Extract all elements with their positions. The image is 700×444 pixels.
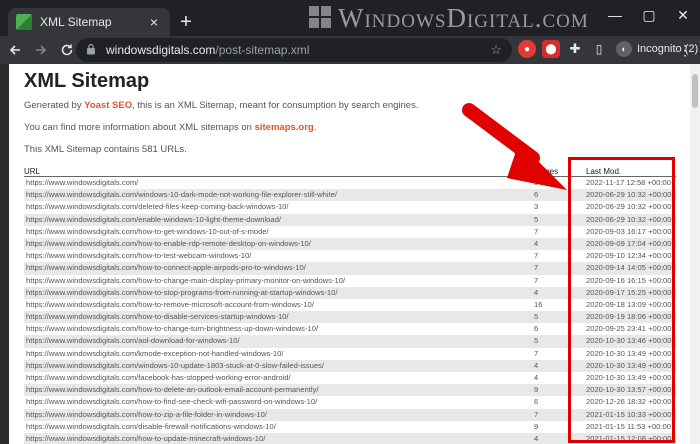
row-images-count: 16 — [534, 299, 543, 309]
lock-icon[interactable] — [86, 43, 98, 58]
header-url[interactable]: URL — [24, 167, 532, 176]
watermark-logo-icon — [309, 6, 331, 28]
red-arrow-icon — [462, 103, 567, 190]
row-url-link[interactable]: https://www.windowsdigitals.com/disable-… — [24, 421, 532, 433]
address-bar[interactable]: windowsdigitals.com /post-sitemap.xml ☆ — [76, 38, 512, 62]
row-url-link[interactable]: https://www.windowsdigitals.com/deleted-… — [24, 201, 532, 213]
minimize-button[interactable]: — — [598, 0, 632, 30]
forward-arrow-icon[interactable] — [30, 39, 52, 61]
row-url-link[interactable]: https://www.windowsdigitals.com/windows-… — [24, 189, 532, 201]
row-images-count: 6 — [534, 324, 539, 334]
more-info-prefix: You can find more information about XML … — [24, 122, 255, 133]
page-content: XML Sitemap Generated by Yoast SEO, this… — [9, 64, 690, 444]
generated-suffix: , this is an XML Sitemap, meant for cons… — [132, 100, 419, 111]
row-images-count: 7 — [534, 275, 539, 285]
row-url-link[interactable]: https://www.windowsdigitals.com/how-to-d… — [24, 311, 532, 323]
url-count-text: This XML Sitemap contains 581 URLs. — [24, 144, 187, 155]
reload-icon[interactable] — [56, 39, 78, 61]
row-url-link[interactable]: https://www.windowsdigitals.com/how-to-u… — [24, 433, 532, 444]
highlight-box — [568, 157, 675, 443]
yoast-link[interactable]: Yoast SEO — [84, 100, 132, 111]
window-controls: — ▢ ✕ — [598, 0, 700, 30]
row-images-count: 4 — [534, 373, 539, 382]
bookmark-star-icon[interactable]: ☆ — [490, 42, 502, 58]
more-info-suffix: . — [313, 122, 317, 133]
tab-title: XML Sitemap — [40, 15, 112, 29]
extension-record-icon[interactable]: ● — [518, 40, 536, 58]
page-title: XML Sitemap — [24, 70, 150, 92]
tab-strip: XML Sitemap × + WindowsDigital.com — ▢ ✕ — [0, 0, 700, 36]
url-domain: windowsdigitals.com — [106, 43, 216, 57]
maximize-button[interactable]: ▢ — [632, 0, 666, 30]
page-scrollbar[interactable] — [690, 64, 700, 444]
row-images-count: 7 — [534, 348, 539, 358]
tab-xml-sitemap[interactable]: XML Sitemap × — [8, 8, 170, 36]
new-tab-button[interactable]: + — [176, 12, 196, 32]
row-url-link[interactable]: https://www.windowsdigitals.com/windows-… — [24, 360, 532, 372]
extension-area: ● ⬤ ✚ ▯ ◐ Incognito (2) — [518, 40, 698, 58]
row-images-count: 7 — [534, 226, 539, 236]
row-url-link[interactable]: https://www.windowsdigitals.com/how-to-c… — [24, 323, 532, 335]
row-url-link[interactable]: https://www.windowsdigitals.com/how-to-t… — [24, 250, 532, 262]
row-url-link[interactable]: https://www.windowsdigitals.com/how-to-c… — [24, 262, 532, 274]
row-images-count: 7 — [534, 251, 539, 261]
row-url-link[interactable]: https://www.windowsdigitals.com/how-to-c… — [24, 275, 532, 287]
menu-dots-icon[interactable]: ⋮ — [678, 42, 692, 59]
row-url-link[interactable]: https://www.windowsdigitals.com/how-to-z… — [24, 409, 532, 421]
row-url-link[interactable]: https://www.windowsdigitals.com/how-to-f… — [24, 396, 532, 408]
row-url-link[interactable]: https://www.windowsdigitals.com/how-to-d… — [24, 384, 532, 396]
watermark-text: WindowsDigital.com — [338, 3, 589, 33]
row-images-count: 9 — [534, 421, 539, 431]
more-info-text: You can find more information about XML … — [24, 122, 316, 133]
row-url-link[interactable]: https://www.windowsdigitals.com/ — [24, 177, 532, 189]
url-path: /post-sitemap.xml — [215, 43, 310, 57]
row-url-link[interactable]: https://www.windowsdigitals.com/how-to-e… — [24, 238, 532, 250]
row-url-link[interactable]: https://www.windowsdigitals.com/facebook… — [24, 372, 532, 384]
row-url-link[interactable]: https://www.windowsdigitals.com/how-to-g… — [24, 226, 532, 238]
side-panel-icon[interactable]: ▯ — [590, 40, 608, 58]
browser-toolbar: windowsdigitals.com /post-sitemap.xml ☆ … — [0, 36, 700, 64]
row-url-link[interactable]: https://www.windowsdigitals.com/enable-w… — [24, 214, 532, 226]
incognito-icon: ◐ — [616, 41, 632, 57]
extensions-puzzle-icon[interactable]: ✚ — [566, 40, 584, 58]
row-url-link[interactable]: https://www.windowsdigitals.com/how-to-s… — [24, 287, 532, 299]
row-images-count: 5 — [534, 336, 539, 346]
scrollbar-thumb[interactable] — [692, 74, 698, 108]
row-images-count: 5 — [534, 312, 539, 322]
row-url-link[interactable]: https://www.windowsdigitals.com/kmode-ex… — [24, 348, 532, 360]
generated-prefix: Generated by — [24, 100, 85, 111]
row-images-count: 7 — [534, 263, 539, 273]
row-url-link[interactable]: https://www.windowsdigitals.com/aol-down… — [24, 335, 532, 347]
sitemaps-org-link[interactable]: sitemaps.org — [255, 122, 314, 133]
row-images-count: 6 — [534, 397, 539, 407]
close-window-button[interactable]: ✕ — [666, 0, 700, 30]
generated-by-text: Generated by Yoast SEO, this is an XML S… — [24, 100, 418, 111]
row-images-count: 4 — [534, 287, 539, 297]
close-tab-icon[interactable]: × — [146, 14, 162, 30]
row-images-count: 9 — [534, 385, 539, 395]
row-url-link[interactable]: https://www.windowsdigitals.com/how-to-r… — [24, 299, 532, 311]
row-images-count: 4 — [534, 238, 539, 248]
favicon-icon — [16, 14, 32, 30]
row-images-count: 7 — [534, 409, 539, 419]
row-images-count: 4 — [534, 433, 539, 443]
extension-shield-icon[interactable]: ⬤ — [542, 40, 560, 58]
row-images-count: 4 — [534, 360, 539, 370]
back-arrow-icon[interactable] — [4, 39, 26, 61]
